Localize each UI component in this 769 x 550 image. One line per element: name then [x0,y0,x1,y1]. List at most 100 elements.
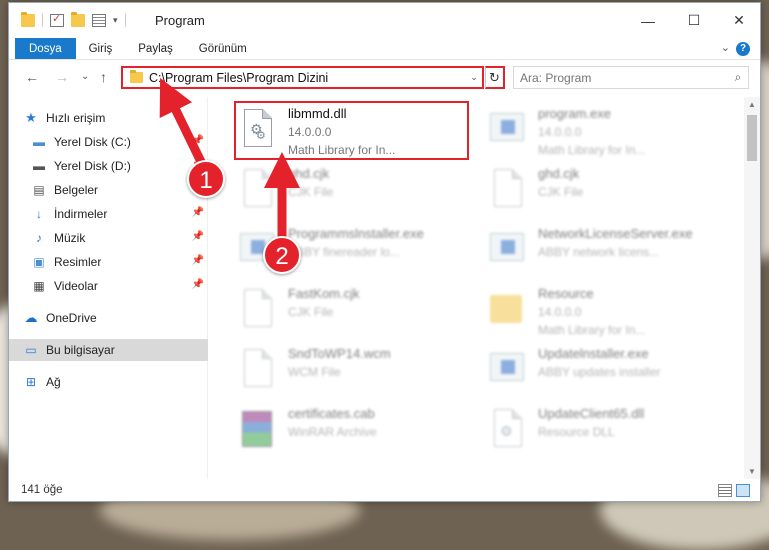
file-type: CJK File [538,185,584,199]
file-type: CJK File [288,185,334,199]
sidebar-item-onedrive[interactable]: ☁ OneDrive [9,307,208,329]
minimize-button[interactable]: — [625,3,671,38]
search-icon[interactable]: ⌕ [728,70,748,85]
sidebar-item-label: Yerel Disk (D:) [54,159,131,173]
file-item-update-client65-dll[interactable]: ⚙ UpdateClient65.dll Resource DLL [486,401,726,457]
drive-icon: ▬ [33,135,45,149]
new-folder-icon[interactable] [71,11,85,27]
maximize-button[interactable]: ☐ [671,3,717,38]
file-type: WinRAR Archive [288,425,377,439]
tab-view[interactable]: Görünüm [186,38,260,59]
status-bar: 141 öğe [9,479,760,501]
exe-file-icon [486,107,526,151]
address-bar[interactable]: C:\Program Files\Program Dizini ⌄ [121,66,484,89]
pin-icon[interactable]: 📌 [192,279,204,290]
generic-file-icon [486,167,526,211]
file-name: SndToWP14.wcm [288,346,391,361]
file-item-sndtowp14-wcm[interactable]: SndToWP14.wcm WCM File [236,341,476,397]
file-type: CJK File [288,305,334,319]
vertical-scrollbar[interactable]: ▲ ▼ [744,97,760,479]
pin-icon[interactable]: 📌 [192,231,204,242]
file-description: ABBY updates installer [538,365,661,379]
sidebar-item-label: Belgeler [54,183,99,197]
pin-icon[interactable]: 📌 [192,255,204,266]
step-badge-1: 1 [187,160,225,198]
search-box[interactable]: ⌕ [513,66,749,89]
large-icons-view-icon[interactable] [736,484,750,497]
properties-check-icon[interactable] [50,12,64,27]
refresh-button[interactable]: ↻ [485,66,505,89]
sidebar-item-local-disk-d[interactable]: ▬ Yerel Disk (D:) 📌 [9,155,208,177]
view-list-icon[interactable] [92,13,106,27]
sidebar-item-videos[interactable]: ▦ Videolar 📌 [9,275,208,297]
file-name: NetworkLicenseServer.exe [538,226,693,241]
star-icon: ★ [25,110,37,125]
file-description: ABBY network licens... [538,245,660,259]
divider [124,13,126,27]
sidebar-item-label: Bu bilgisayar [46,343,115,357]
sidebar-item-label: Yerel Disk (C:) [54,135,131,149]
file-type: Resource DLL [538,425,615,439]
pin-icon[interactable]: 📌 [192,207,204,218]
ribbon-expand-icon[interactable]: ⌄ [721,41,730,54]
documents-icon: ▤ [33,183,45,197]
forward-button[interactable]: → [55,69,69,85]
tab-file[interactable]: Dosya [15,38,76,59]
help-icon[interactable]: ? [736,42,750,56]
file-name: program.exe [538,106,611,121]
file-item-program-exe[interactable]: program.exe 14.0.0.0 Math Library for In… [486,101,726,157]
sidebar-item-network[interactable]: ⊞ Ağ [9,371,208,393]
search-input[interactable] [520,70,728,85]
file-item-fastkom-cjk[interactable]: FastKom.cjk CJK File [236,281,476,337]
music-icon: ♪ [36,231,42,245]
scrollbar-thumb[interactable] [747,115,757,161]
file-version: 14.0.0.0 [538,125,582,139]
folder-icon[interactable] [21,11,35,27]
file-name: FastKom.cjk [288,286,360,301]
exe-file-icon [486,227,526,271]
file-name: certificates.cab [288,406,375,421]
sidebar-item-label: Resimler [54,255,102,269]
customize-toolbar-icon[interactable]: ▾ [113,15,118,26]
sidebar-item-downloads[interactable]: ↓ İndirmeler 📌 [9,203,208,225]
file-item-resource-folder[interactable]: Resource 14.0.0.0 Math Library for In... [486,281,726,337]
download-icon: ↓ [36,207,42,221]
sidebar-item-documents[interactable]: ▤ Belgeler 📌 [9,179,208,201]
file-description: ABBY finereader lo... [288,245,400,259]
recent-locations-icon[interactable]: ⌄ [81,71,89,82]
dll-file-icon: ⚙ [486,407,526,451]
file-item-network-license-server-exe[interactable]: NetworkLicenseServer.exe ABBY network li… [486,221,726,277]
scroll-up-icon[interactable]: ▲ [744,100,760,109]
file-item-ghd-cjk-2[interactable]: ghd.cjk CJK File [486,161,726,217]
sidebar-item-this-pc[interactable]: ▭ Bu bilgisayar [9,339,208,361]
scroll-down-icon[interactable]: ▼ [744,467,760,476]
file-name: UpdateClient65.dll [538,406,645,421]
address-path[interactable]: C:\Program Files\Program Dizini [149,71,466,85]
item-count: 141 öğe [21,484,63,496]
details-view-icon[interactable] [718,484,732,497]
up-button[interactable]: ↑ [100,69,107,85]
sidebar-item-music[interactable]: ♪ Müzik 📌 [9,227,208,249]
file-highlight-box [234,101,469,160]
address-dropdown-icon[interactable]: ⌄ [466,72,482,83]
file-item-certificates-cab[interactable]: certificates.cab WinRAR Archive [236,401,476,457]
sidebar-item-pictures[interactable]: ▣ Resimler 📌 [9,251,208,273]
cloud-icon: ☁ [24,310,38,325]
sidebar-item-quick-access[interactable]: ★ Hızlı erişim [9,107,208,129]
archive-file-icon [236,407,276,451]
sidebar-item-local-disk-c[interactable]: ▬ Yerel Disk (C:) 📌 [9,131,208,153]
pin-icon[interactable]: 📌 [192,135,204,146]
tab-home[interactable]: Giriş [76,38,126,59]
close-button[interactable]: ✕ [716,3,762,38]
sidebar-item-label: Videolar [54,279,98,293]
generic-file-icon [236,167,276,211]
file-type: WCM File [288,365,341,379]
folder-icon [486,287,526,331]
file-name: Resource [538,286,594,301]
file-item-update-installer-exe[interactable]: Updatelnstaller.exe ABBY updates install… [486,341,726,397]
sidebar-item-label: Müzik [54,231,86,245]
tab-share[interactable]: Paylaş [125,38,186,59]
file-item-ghd-cjk[interactable]: ghd.cjk CJK File [236,161,476,217]
back-button[interactable]: ← [25,69,39,85]
sidebar-item-label: Hızlı erişim [46,111,106,125]
